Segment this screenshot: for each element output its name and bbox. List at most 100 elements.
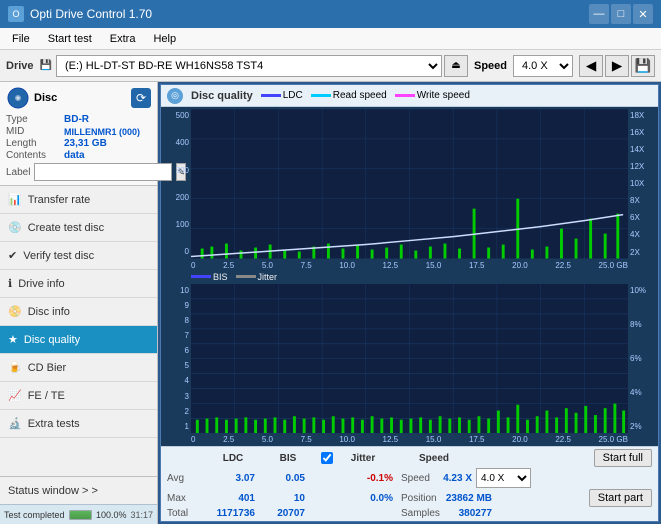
chart-legend: LDC Read speed Write speed bbox=[261, 90, 470, 101]
top-chart-svg bbox=[191, 109, 628, 259]
stats-header-row: LDC BIS Jitter Speed Start full bbox=[167, 449, 652, 467]
sidebar-item-create-test-disc[interactable]: 💿 Create test disc bbox=[0, 214, 157, 242]
position-value: 23862 MB bbox=[421, 493, 496, 504]
menu-extra[interactable]: Extra bbox=[102, 31, 144, 47]
sidebar-item-cd-bier[interactable]: 🍺 CD Bier bbox=[0, 354, 157, 382]
chart-panel: ◎ Disc quality LDC Read speed Write spee… bbox=[160, 84, 659, 522]
save-btn[interactable]: 💾 bbox=[631, 55, 655, 77]
eject-button[interactable]: ⏏ bbox=[444, 55, 468, 77]
app-icon: O bbox=[8, 6, 24, 22]
sidebar-item-drive-info[interactable]: ℹ Drive info bbox=[0, 270, 157, 298]
avg-bis-val: 0.05 bbox=[263, 473, 313, 484]
create-test-label: Create test disc bbox=[28, 222, 104, 234]
progress-time: 31:17 bbox=[130, 510, 153, 520]
bottom-x-axis: 0 2.5 5.0 7.5 10.0 12.5 15.0 17.5 20.0 2… bbox=[163, 435, 656, 444]
type-label: Type bbox=[6, 114, 64, 125]
disc-panel-btn[interactable]: ⟳ bbox=[131, 88, 151, 108]
extra-tests-icon: 🔬 bbox=[8, 417, 22, 430]
window-controls[interactable]: — □ ✕ bbox=[589, 4, 653, 24]
speed-right-btn[interactable]: ▶ bbox=[605, 55, 629, 77]
type-value: BD-R bbox=[64, 114, 89, 125]
start-part-button[interactable]: Start part bbox=[589, 489, 652, 507]
start-full-button[interactable]: Start full bbox=[594, 449, 652, 467]
mid-label: MID bbox=[6, 126, 64, 137]
fe-te-icon: 📈 bbox=[8, 389, 22, 402]
speed-value-select[interactable]: 4.0 X bbox=[476, 468, 531, 488]
max-bis-val: 10 bbox=[263, 493, 313, 504]
title-bar: O Opti Drive Control 1.70 — □ ✕ bbox=[0, 0, 661, 28]
nav-items: 📊 Transfer rate 💿 Create test disc ✔ Ver… bbox=[0, 186, 157, 476]
menu-file[interactable]: File bbox=[4, 31, 38, 47]
legend-read-label: Read speed bbox=[333, 90, 387, 101]
disc-info-label: Disc info bbox=[28, 306, 70, 318]
close-button[interactable]: ✕ bbox=[633, 4, 653, 24]
extra-tests-label: Extra tests bbox=[28, 418, 80, 430]
total-label: Total bbox=[167, 508, 203, 519]
contents-value: data bbox=[64, 150, 85, 161]
drive-info-label: Drive info bbox=[18, 278, 64, 290]
chart-panel-icon: ◎ bbox=[167, 88, 183, 104]
drive-select[interactable]: (E:) HL-DT-ST BD-RE WH16NS58 TST4 bbox=[56, 55, 442, 77]
speed-select[interactable]: 4.0 X bbox=[513, 55, 573, 77]
max-ldc-val: 401 bbox=[203, 493, 263, 504]
label-input[interactable] bbox=[34, 163, 172, 181]
cd-bier-icon: 🍺 bbox=[8, 361, 22, 374]
menu-help[interactable]: Help bbox=[145, 31, 184, 47]
sidebar-status-text: Test completed bbox=[4, 510, 65, 520]
speed-label: Speed bbox=[474, 60, 507, 72]
sidebar-item-disc-quality[interactable]: ★ Disc quality bbox=[0, 326, 157, 354]
speed-col-header: Speed bbox=[409, 453, 459, 464]
drive-info-icon: ℹ bbox=[8, 277, 12, 290]
chart-title: Disc quality bbox=[191, 90, 253, 102]
main-layout: Disc ⟳ Type BD-R MID MILLENMR1 (000) Len… bbox=[0, 82, 661, 524]
action-buttons: Start full bbox=[594, 449, 652, 467]
legend-ldc-label: LDC bbox=[283, 90, 303, 101]
legend-write-label: Write speed bbox=[417, 90, 470, 101]
app-title: Opti Drive Control 1.70 bbox=[30, 7, 152, 21]
max-jitter-val: 0.0% bbox=[341, 493, 401, 504]
read-color bbox=[311, 94, 331, 97]
verify-test-label: Verify test disc bbox=[23, 250, 94, 262]
samples-value: 380277 bbox=[421, 508, 496, 519]
sidebar-progress-area: Test completed 100.0% 31:17 bbox=[0, 504, 157, 524]
ldc-color bbox=[261, 94, 281, 97]
sidebar-item-transfer-rate[interactable]: 📊 Transfer rate bbox=[0, 186, 157, 214]
disc-panel: Disc ⟳ Type BD-R MID MILLENMR1 (000) Len… bbox=[0, 82, 157, 186]
sidebar: Disc ⟳ Type BD-R MID MILLENMR1 (000) Len… bbox=[0, 82, 158, 524]
progress-bar-container bbox=[69, 510, 92, 520]
ldc-col-header: LDC bbox=[203, 453, 263, 464]
transfer-rate-icon: 📊 bbox=[8, 193, 22, 206]
disc-quality-label: Disc quality bbox=[24, 334, 80, 346]
speed-left-btn[interactable]: ◀ bbox=[579, 55, 603, 77]
legend-ldc: LDC bbox=[261, 90, 303, 101]
bottom-chart-y2-axis: 10% 8% 6% 4% 2% bbox=[628, 284, 656, 434]
top-chart-y-axis: 500 400 300 200 100 0 bbox=[163, 109, 191, 259]
sidebar-item-extra-tests[interactable]: 🔬 Extra tests bbox=[0, 410, 157, 438]
speed-buttons: ◀ ▶ 💾 bbox=[579, 55, 655, 77]
maximize-button[interactable]: □ bbox=[611, 4, 631, 24]
contents-label: Contents bbox=[6, 150, 64, 161]
disc-svg-icon bbox=[6, 86, 30, 110]
title-bar-left: O Opti Drive Control 1.70 bbox=[8, 6, 152, 22]
length-value: 23,31 GB bbox=[64, 138, 107, 149]
write-color bbox=[395, 94, 415, 97]
avg-ldc-val: 3.07 bbox=[203, 473, 263, 484]
sidebar-item-fe-te[interactable]: 📈 FE / TE bbox=[0, 382, 157, 410]
jitter-checkbox[interactable] bbox=[321, 452, 333, 464]
top-chart-container: 500 400 300 200 100 0 bbox=[163, 109, 656, 259]
disc-title: Disc bbox=[34, 92, 57, 104]
main-content: ◎ Disc quality LDC Read speed Write spee… bbox=[158, 82, 661, 524]
sidebar-item-verify-test-disc[interactable]: ✔ Verify test disc bbox=[0, 242, 157, 270]
bottom-chart-svg-container bbox=[191, 284, 628, 434]
top-x-axis: 0 2.5 5.0 7.5 10.0 12.5 15.0 17.5 20.0 2… bbox=[163, 261, 656, 270]
chart-header: ◎ Disc quality LDC Read speed Write spee… bbox=[161, 85, 658, 107]
mid-value: MILLENMR1 (000) bbox=[64, 127, 140, 137]
fe-te-label: FE / TE bbox=[28, 390, 65, 402]
bottom-chart-svg bbox=[191, 284, 628, 434]
menu-start-test[interactable]: Start test bbox=[40, 31, 100, 47]
legend-jitter-label: Jitter bbox=[258, 272, 278, 282]
minimize-button[interactable]: — bbox=[589, 4, 609, 24]
sidebar-item-disc-info[interactable]: 📀 Disc info bbox=[0, 298, 157, 326]
jitter-col-header: Jitter bbox=[333, 453, 393, 464]
status-window-button[interactable]: Status window > > bbox=[0, 476, 157, 504]
